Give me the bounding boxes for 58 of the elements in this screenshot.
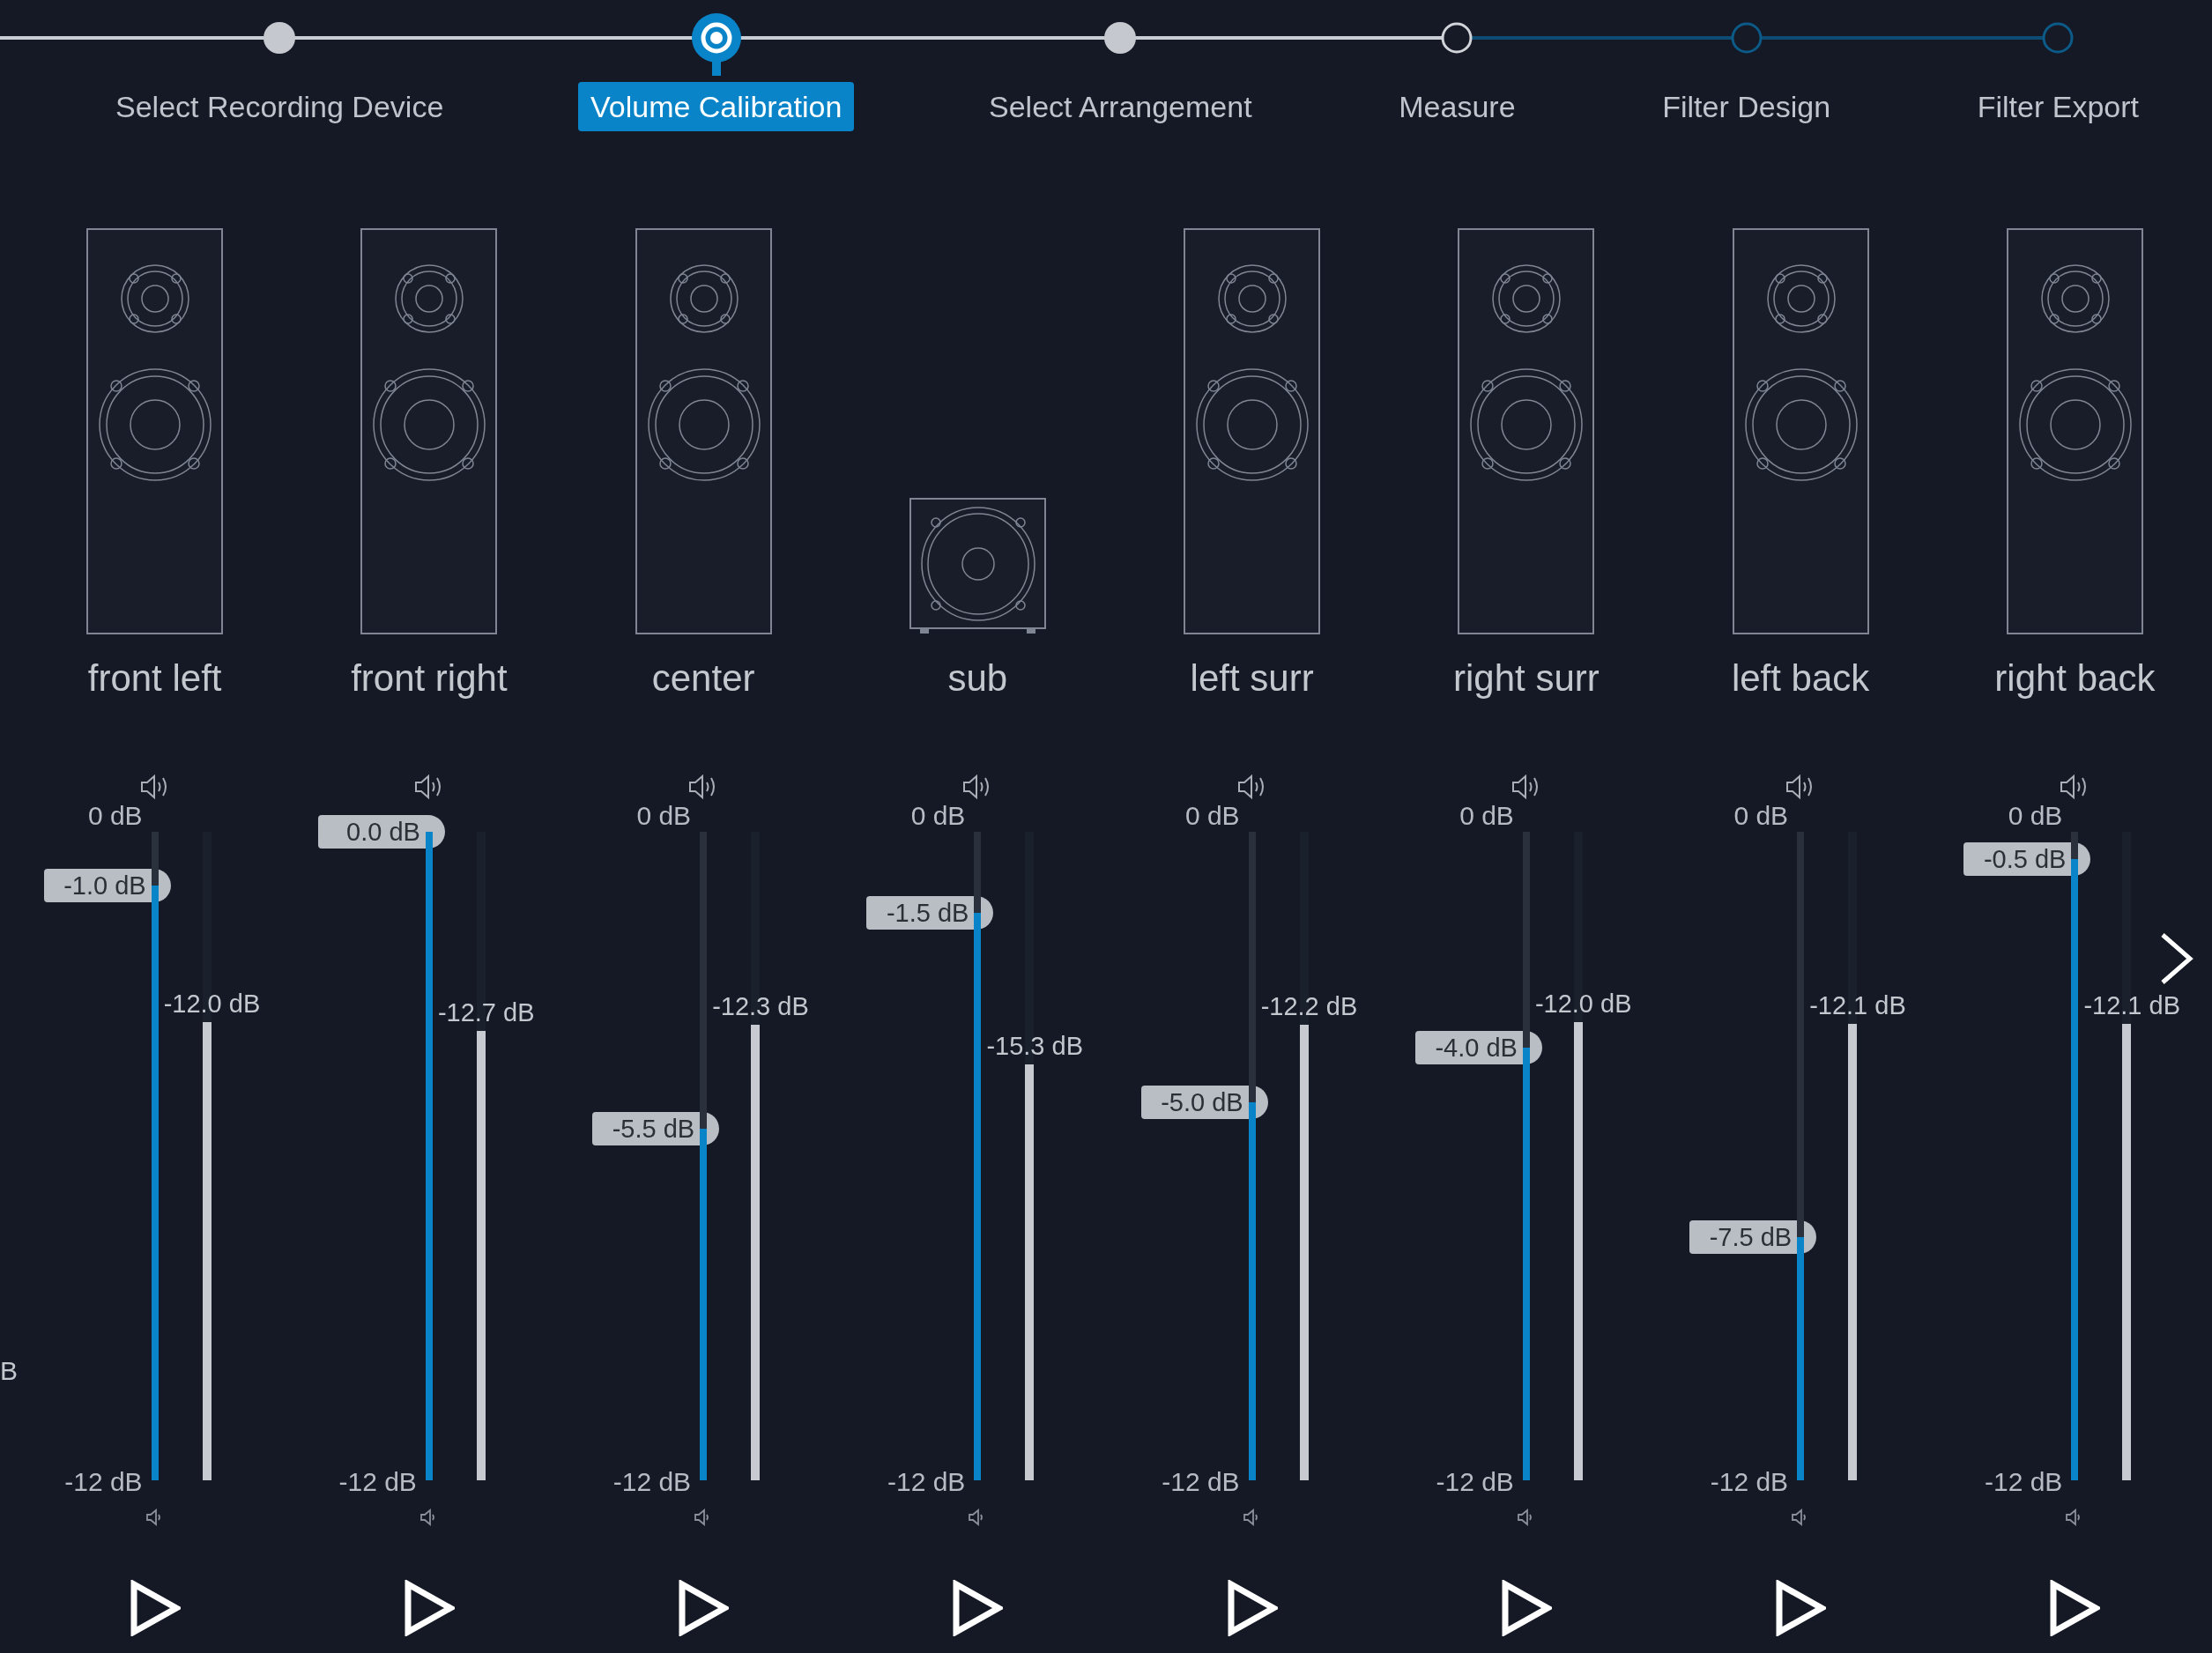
play-button[interactable]: [952, 1580, 1004, 1636]
gain-slider-track[interactable]: [700, 832, 708, 1480]
speaker-name: front right: [351, 656, 508, 700]
gain-slider-handle[interactable]: -1.5 dB: [866, 896, 994, 930]
scale-label: 0 dB: [1184, 800, 1240, 832]
scale-label: 0 dB: [910, 800, 966, 832]
gain-slider-handle[interactable]: -7.5 dB: [1689, 1220, 1817, 1254]
speaker-name: front left: [87, 656, 222, 700]
meter-reading: -12.1 dB: [2083, 990, 2180, 1020]
scale-label: B: [0, 1356, 18, 1385]
step-label[interactable]: Filter Export: [1964, 82, 2151, 131]
scale-label: -12 dB: [1985, 1466, 2063, 1498]
gain-slider-handle[interactable]: -1.0 dB: [43, 869, 171, 903]
gain-slider-handle[interactable]: -5.5 dB: [592, 1112, 720, 1146]
meter-reading: -12.0 dB: [1534, 988, 1632, 1019]
scale-label: -12 dB: [1710, 1466, 1789, 1498]
gain-slider-handle[interactable]: -0.5 dB: [1963, 841, 2091, 876]
play-button[interactable]: [678, 1580, 730, 1636]
scale-label: 0 dB: [87, 800, 143, 832]
speaker-name: right surr: [1453, 656, 1600, 700]
play-button[interactable]: [1500, 1580, 1552, 1636]
meter-reading: -12.7 dB: [437, 997, 535, 1027]
scale-label: -12 dB: [64, 1466, 143, 1498]
speaker-name: left back: [1731, 656, 1870, 700]
play-button[interactable]: [1775, 1580, 1827, 1636]
meter-reading: -12.0 dB: [163, 988, 261, 1019]
gain-slider-handle[interactable]: -5.0 dB: [1140, 1085, 1268, 1119]
meter-reading: -15.3 dB: [986, 1031, 1083, 1062]
speaker-name: left surr: [1190, 656, 1314, 700]
gain-slider-track[interactable]: [1522, 832, 1530, 1480]
meter-reading: -12.2 dB: [1260, 991, 1358, 1022]
speaker-name: right back: [1994, 656, 2156, 700]
gain-slider-track[interactable]: [1797, 832, 1805, 1480]
play-button[interactable]: [403, 1580, 455, 1636]
scale-label: -12 dB: [1162, 1466, 1240, 1498]
speaker-name: sub: [947, 656, 1008, 700]
meter-reading: -12.1 dB: [1809, 990, 1906, 1020]
play-button[interactable]: [2049, 1580, 2101, 1636]
step-label[interactable]: Filter Design: [1650, 82, 1844, 131]
gain-slider-handle[interactable]: 0.0 dB: [317, 815, 445, 849]
play-button[interactable]: [1226, 1580, 1278, 1636]
step-label[interactable]: Volume Calibration: [577, 82, 855, 131]
gain-slider-handle[interactable]: -4.0 dB: [1414, 1031, 1542, 1065]
scale-label: -12 dB: [338, 1466, 417, 1498]
step-label[interactable]: Measure: [1386, 82, 1528, 131]
play-button[interactable]: [129, 1580, 181, 1636]
step-label[interactable]: Select Arrangement: [976, 82, 1265, 131]
scale-label: -12 dB: [612, 1466, 692, 1498]
scale-label: 0 dB: [636, 800, 692, 832]
meter-reading: -12.3 dB: [712, 991, 809, 1022]
step-label[interactable]: Select Recording Device: [103, 82, 457, 131]
scale-label: 0 dB: [1733, 800, 1789, 832]
scale-label: -12 dB: [887, 1466, 966, 1498]
speaker-name: center: [651, 656, 755, 700]
scale-label: 0 dB: [1459, 800, 1514, 832]
scale-label: -12 dB: [1436, 1466, 1514, 1498]
gain-slider-track[interactable]: [1248, 832, 1256, 1480]
scale-label: 0 dB: [2008, 800, 2063, 832]
